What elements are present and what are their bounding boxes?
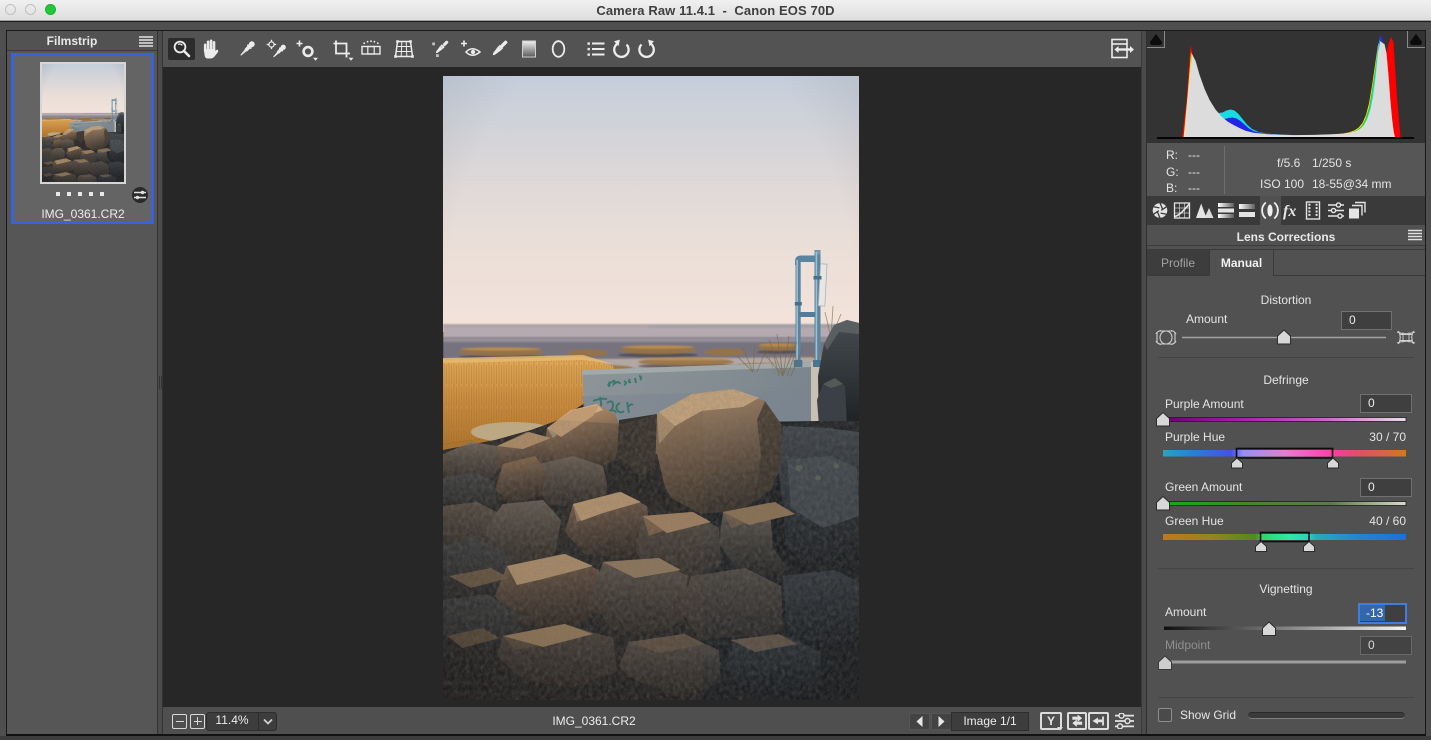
svg-text:fx: fx bbox=[1283, 203, 1296, 220]
